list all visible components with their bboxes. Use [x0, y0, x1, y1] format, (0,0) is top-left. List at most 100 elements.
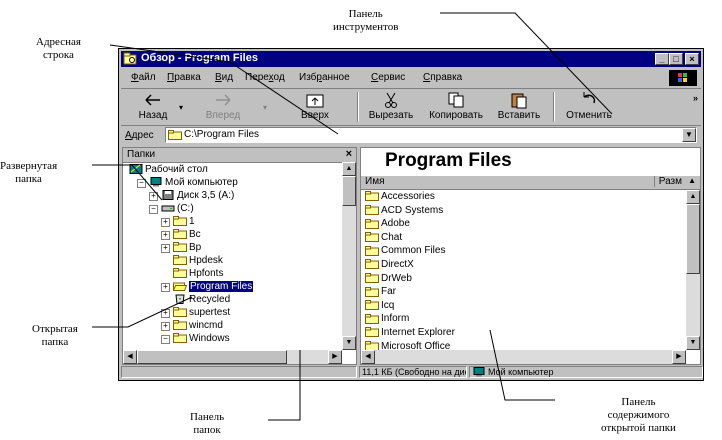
drive-icon: [161, 205, 175, 212]
callout-content-panel: Панель содержимого открытой папки: [601, 396, 676, 435]
expand-icon[interactable]: +: [161, 322, 170, 331]
list-item[interactable]: Common Files: [365, 245, 445, 258]
folders-panel-title: Папки: [127, 149, 156, 160]
scroll-thumb[interactable]: [342, 176, 356, 206]
callout-line: открытой папки: [601, 422, 676, 434]
expand-icon[interactable]: +: [161, 244, 170, 253]
scroll-right-button[interactable]: ▶: [328, 350, 342, 364]
tree-item[interactable]: + Диск 3,5 (A:): [149, 190, 234, 203]
tree-item[interactable]: + Bp: [161, 242, 201, 255]
status-size: 11,1 КБ (Свободно на дис: [359, 366, 467, 378]
scroll-down-button[interactable]: ▼: [342, 336, 356, 350]
tree-item[interactable]: + wincmd: [161, 320, 223, 333]
list-item[interactable]: Adobe: [365, 218, 410, 231]
tree-item[interactable]: +1: [161, 216, 195, 229]
list-item[interactable]: Inform: [365, 313, 409, 326]
column-size-header[interactable]: Разм: [653, 176, 682, 187]
back-dropdown-icon[interactable]: ▾: [179, 103, 183, 112]
tree-item[interactable]: − Мой компьютер: [137, 177, 238, 190]
content-horizontal-scrollbar[interactable]: ◀ ▶: [361, 350, 686, 364]
toolbar-more-icon[interactable]: »: [693, 93, 698, 103]
list-item[interactable]: Internet Explorer: [365, 327, 455, 340]
window-title: Обзор - Program Files: [141, 52, 258, 64]
copy-label: Копировать: [429, 110, 483, 121]
expand-icon[interactable]: +: [149, 192, 158, 201]
desktop-icon: [129, 164, 143, 175]
folder-icon: [173, 268, 187, 279]
address-input[interactable]: C:\Program Files ▼: [165, 127, 697, 143]
menu-go[interactable]: Переход: [245, 72, 285, 83]
list-item[interactable]: DrWeb: [365, 273, 412, 286]
menu-edit[interactable]: Правка: [167, 72, 201, 83]
back-button[interactable]: Назад: [131, 89, 175, 125]
menu-label: Пере: [245, 72, 269, 83]
expand-icon[interactable]: +: [161, 283, 170, 292]
maximize-button[interactable]: □: [669, 53, 683, 65]
tree-item[interactable]: Hpdesk: [173, 255, 223, 268]
expand-icon[interactable]: +: [161, 231, 170, 240]
tree-item[interactable]: + Bc: [161, 229, 201, 242]
scroll-left-button[interactable]: ◀: [361, 350, 375, 364]
undo-button[interactable]: Отменить: [561, 89, 617, 125]
list-item[interactable]: ACD Systems: [365, 205, 443, 218]
close-button[interactable]: ×: [685, 53, 699, 65]
content-panel: Program Files Имя Разм ▲ Accessories ACD …: [360, 147, 701, 365]
tree-item[interactable]: Рабочий стол: [129, 164, 208, 177]
list-item-label: Adobe: [381, 218, 410, 230]
minimize-button[interactable]: _: [655, 53, 669, 65]
tree-item[interactable]: + Program Files: [161, 281, 254, 294]
address-dropdown-button[interactable]: ▼: [682, 128, 696, 142]
forward-button[interactable]: Вперед: [197, 89, 249, 125]
status-empty-section: [121, 366, 357, 378]
tree-item[interactable]: Hpfonts: [173, 268, 223, 281]
forward-label: Вперед: [205, 110, 241, 121]
folder-icon: [365, 191, 379, 202]
scroll-right-button[interactable]: ▶: [672, 350, 686, 364]
expand-icon[interactable]: +: [161, 309, 170, 318]
scroll-down-button[interactable]: ▼: [686, 336, 700, 350]
menu-service[interactable]: Сервис: [371, 72, 405, 83]
tree-item-label: Hpfonts: [189, 268, 224, 279]
tree-item[interactable]: Recycled: [173, 294, 230, 307]
up-button[interactable]: Вверх: [293, 89, 337, 125]
menu-view[interactable]: Вид: [215, 72, 233, 83]
cut-button[interactable]: Вырезать: [365, 89, 417, 125]
content-vertical-scrollbar[interactable]: ▲ ▼: [686, 190, 700, 350]
list-item[interactable]: Icq: [365, 300, 394, 313]
list-item[interactable]: Microsoft Office: [365, 341, 450, 350]
copy-button[interactable]: Копировать: [427, 89, 485, 125]
address-bar: Адрес C:\Program Files ▼: [121, 127, 701, 145]
title-bar[interactable]: Обзор - Program Files _ □ ×: [121, 51, 701, 67]
expand-icon[interactable]: +: [161, 218, 170, 227]
tree-item[interactable]: − (C:): [149, 203, 194, 216]
tree-item-label: Bc: [189, 229, 201, 240]
windows-flag-icon: [678, 73, 687, 82]
collapse-icon[interactable]: −: [137, 179, 146, 188]
menu-help[interactable]: Справка: [423, 72, 462, 83]
tree-item[interactable]: − Windows: [161, 333, 230, 346]
tree-item-label: Мой компьютер: [165, 177, 238, 188]
scroll-up-button[interactable]: ▲: [342, 162, 356, 176]
folders-panel-close-button[interactable]: ×: [346, 148, 352, 160]
collapse-icon[interactable]: −: [149, 205, 158, 214]
scroll-thumb[interactable]: [686, 204, 700, 274]
paste-button[interactable]: Вставить: [493, 89, 545, 125]
tree-item[interactable]: + supertest: [161, 307, 230, 320]
menu-favorites[interactable]: Избранное: [299, 72, 350, 83]
list-item[interactable]: DirectX: [365, 259, 414, 272]
list-item[interactable]: Far: [365, 286, 396, 299]
scroll-thumb[interactable]: [137, 350, 287, 364]
menu-file[interactable]: Файл: [131, 72, 156, 83]
scroll-left-button[interactable]: ◀: [123, 350, 137, 364]
column-name-header[interactable]: Имя: [365, 176, 384, 187]
list-item[interactable]: Chat: [365, 232, 402, 245]
scroll-up-button[interactable]: ▲: [686, 190, 700, 204]
list-item[interactable]: Accessories: [365, 191, 435, 204]
folder-icon: [173, 255, 187, 266]
folders-vertical-scrollbar[interactable]: ▲ ▼: [342, 162, 356, 350]
callout-line: папок: [193, 424, 221, 436]
folders-horizontal-scrollbar[interactable]: ◀ ▶: [123, 350, 342, 364]
collapse-icon[interactable]: −: [161, 335, 170, 344]
forward-dropdown-icon[interactable]: ▾: [263, 103, 267, 112]
folder-icon: [365, 327, 379, 338]
